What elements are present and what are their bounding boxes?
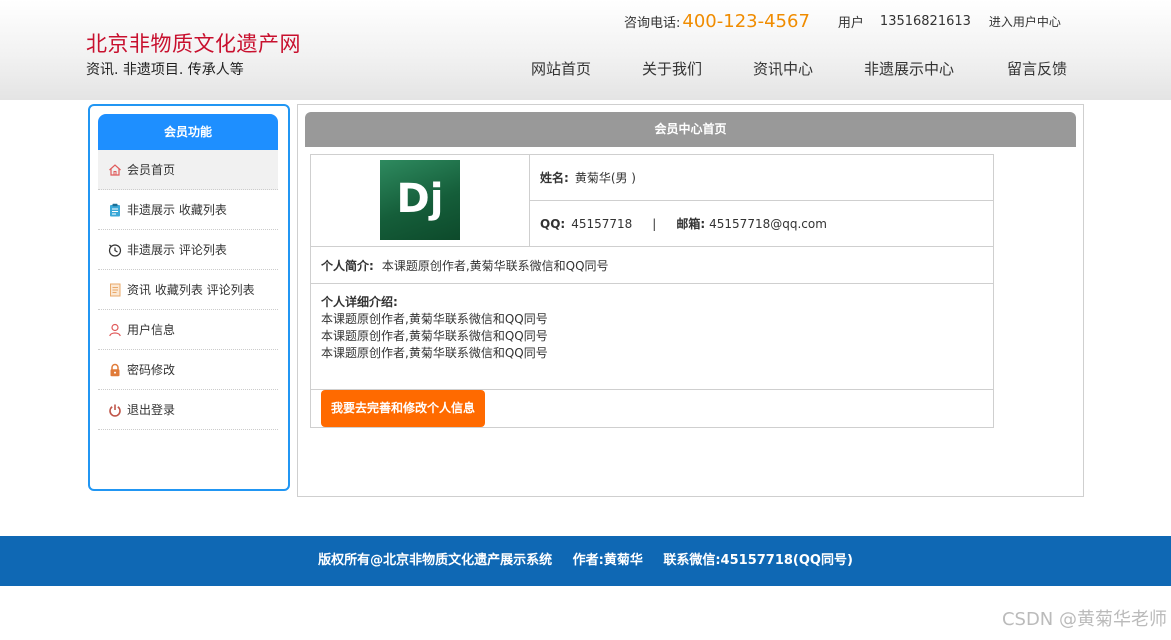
document-icon [108, 283, 122, 297]
sidebar-item-label: 用户信息 [127, 323, 176, 337]
detail-line: 本课题原创作者,黄菊华联系微信和QQ同号 [321, 312, 548, 326]
intro-label: 个人简介: [321, 258, 374, 273]
avatar: Dj [380, 160, 460, 240]
phone-number: 400-123-4567 [682, 10, 810, 32]
intro-value: 本课题原创作者,黄菊华联系微信和QQ同号 [381, 258, 609, 273]
site-footer: 版权所有@北京非物质文化遗产展示系统 作者:黄菊华 联系微信:45157718(… [0, 536, 1171, 586]
lock-icon [108, 363, 122, 377]
email-label: 邮箱: [676, 217, 706, 231]
profile-table: Dj 姓名: 黄菊华(男 ) QQ: 45157718 | 邮箱: 451577… [310, 154, 994, 428]
sidebar-item-label: 退出登录 [127, 403, 176, 417]
site-header: 北京非物质文化遗产网 资讯. 非遗项目. 传承人等 咨询电话: 400-123-… [0, 0, 1171, 100]
contact-bar: 咨询电话: 400-123-4567 用户 13516821613 进入用户中心 [624, 8, 1061, 34]
sidebar-item-label: 资讯 收藏列表 评论列表 [127, 283, 255, 297]
member-main-panel: 会员中心首页 Dj 姓名: 黄菊华(男 ) QQ: 45157718 | 邮箱:… [297, 104, 1084, 497]
sidebar-item-password[interactable]: 密码修改 [98, 350, 278, 390]
separator: | [652, 216, 657, 231]
sidebar-item-label: 非遗展示 评论列表 [127, 243, 227, 257]
edit-profile-button[interactable]: 我要去完善和修改个人信息 [321, 390, 486, 427]
nav-home[interactable]: 网站首页 [531, 58, 591, 79]
site-title[interactable]: 北京非物质文化遗产网 [86, 28, 301, 58]
name-value: 黄菊华(男 ) [574, 171, 636, 185]
sidebar-item-news-lists[interactable]: 资讯 收藏列表 评论列表 [98, 270, 278, 310]
sidebar-item-label: 会员首页 [127, 163, 176, 177]
qq-label: QQ: [540, 216, 566, 231]
footer-contact: 联系微信:45157718(QQ同号) [663, 553, 853, 568]
sidebar-title: 会员功能 [98, 114, 278, 150]
power-icon [108, 403, 122, 417]
sidebar-item-logout[interactable]: 退出登录 [98, 390, 278, 430]
user-center-link[interactable]: 进入用户中心 [989, 13, 1061, 30]
detail-row: 个人详细介绍: 本课题原创作者,黄菊华联系微信和QQ同号 本课题原创作者,黄菊华… [311, 284, 993, 390]
avatar-text: Dj [396, 176, 444, 222]
detail-label: 个人详细介绍: [321, 295, 398, 309]
clock-icon [108, 243, 122, 257]
user-id: 13516821613 [879, 13, 971, 29]
footer-copyright: 版权所有@北京非物质文化遗产展示系统 [318, 553, 553, 568]
sidebar-item-label: 密码修改 [127, 363, 176, 377]
phone-label: 咨询电话: [624, 15, 681, 31]
nav-about[interactable]: 关于我们 [642, 58, 702, 79]
sidebar-item-heritage-favorites[interactable]: 非遗展示 收藏列表 [98, 190, 278, 230]
nav-heritage-showcase[interactable]: 非遗展示中心 [864, 58, 954, 79]
csdn-watermark: CSDN @黄菊华老师 [1001, 609, 1167, 630]
sidebar-item-user-info[interactable]: 用户信息 [98, 310, 278, 350]
sidebar-item-heritage-comments[interactable]: 非遗展示 评论列表 [98, 230, 278, 270]
member-sidebar: 会员功能 会员首页 非遗展示 收藏列表 非遗展示 评论列表 资讯 收藏列表 评论… [88, 104, 290, 491]
panel-title: 会员中心首页 [305, 112, 1076, 147]
clipboard-icon [108, 203, 122, 217]
qq-value: 45157718 [571, 216, 633, 231]
avatar-cell: Dj [311, 155, 530, 246]
action-row: 我要去完善和修改个人信息 [311, 390, 993, 427]
intro-row: 个人简介: 本课题原创作者,黄菊华联系微信和QQ同号 [311, 246, 993, 284]
nav-news[interactable]: 资讯中心 [753, 58, 813, 79]
footer-author: 作者:黄菊华 [572, 553, 643, 568]
nav-feedback[interactable]: 留言反馈 [1007, 58, 1067, 79]
sidebar-menu: 会员首页 非遗展示 收藏列表 非遗展示 评论列表 资讯 收藏列表 评论列表 用户… [98, 150, 278, 430]
sidebar-item-member-home[interactable]: 会员首页 [98, 150, 278, 190]
user-label: 用户 [837, 15, 864, 31]
user-icon [108, 323, 122, 337]
contact-row: QQ: 45157718 | 邮箱: 45157718@qq.com [530, 201, 993, 246]
detail-line: 本课题原创作者,黄菊华联系微信和QQ同号 [321, 329, 548, 343]
name-row: 姓名: 黄菊华(男 ) [530, 155, 993, 201]
email-value: 45157718@qq.com [709, 216, 827, 231]
site-subtitle: 资讯. 非遗项目. 传承人等 [86, 62, 244, 78]
detail-line: 本课题原创作者,黄菊华联系微信和QQ同号 [321, 346, 548, 360]
name-label: 姓名: [540, 171, 569, 185]
home-icon [108, 163, 122, 177]
sidebar-item-label: 非遗展示 收藏列表 [127, 203, 227, 217]
